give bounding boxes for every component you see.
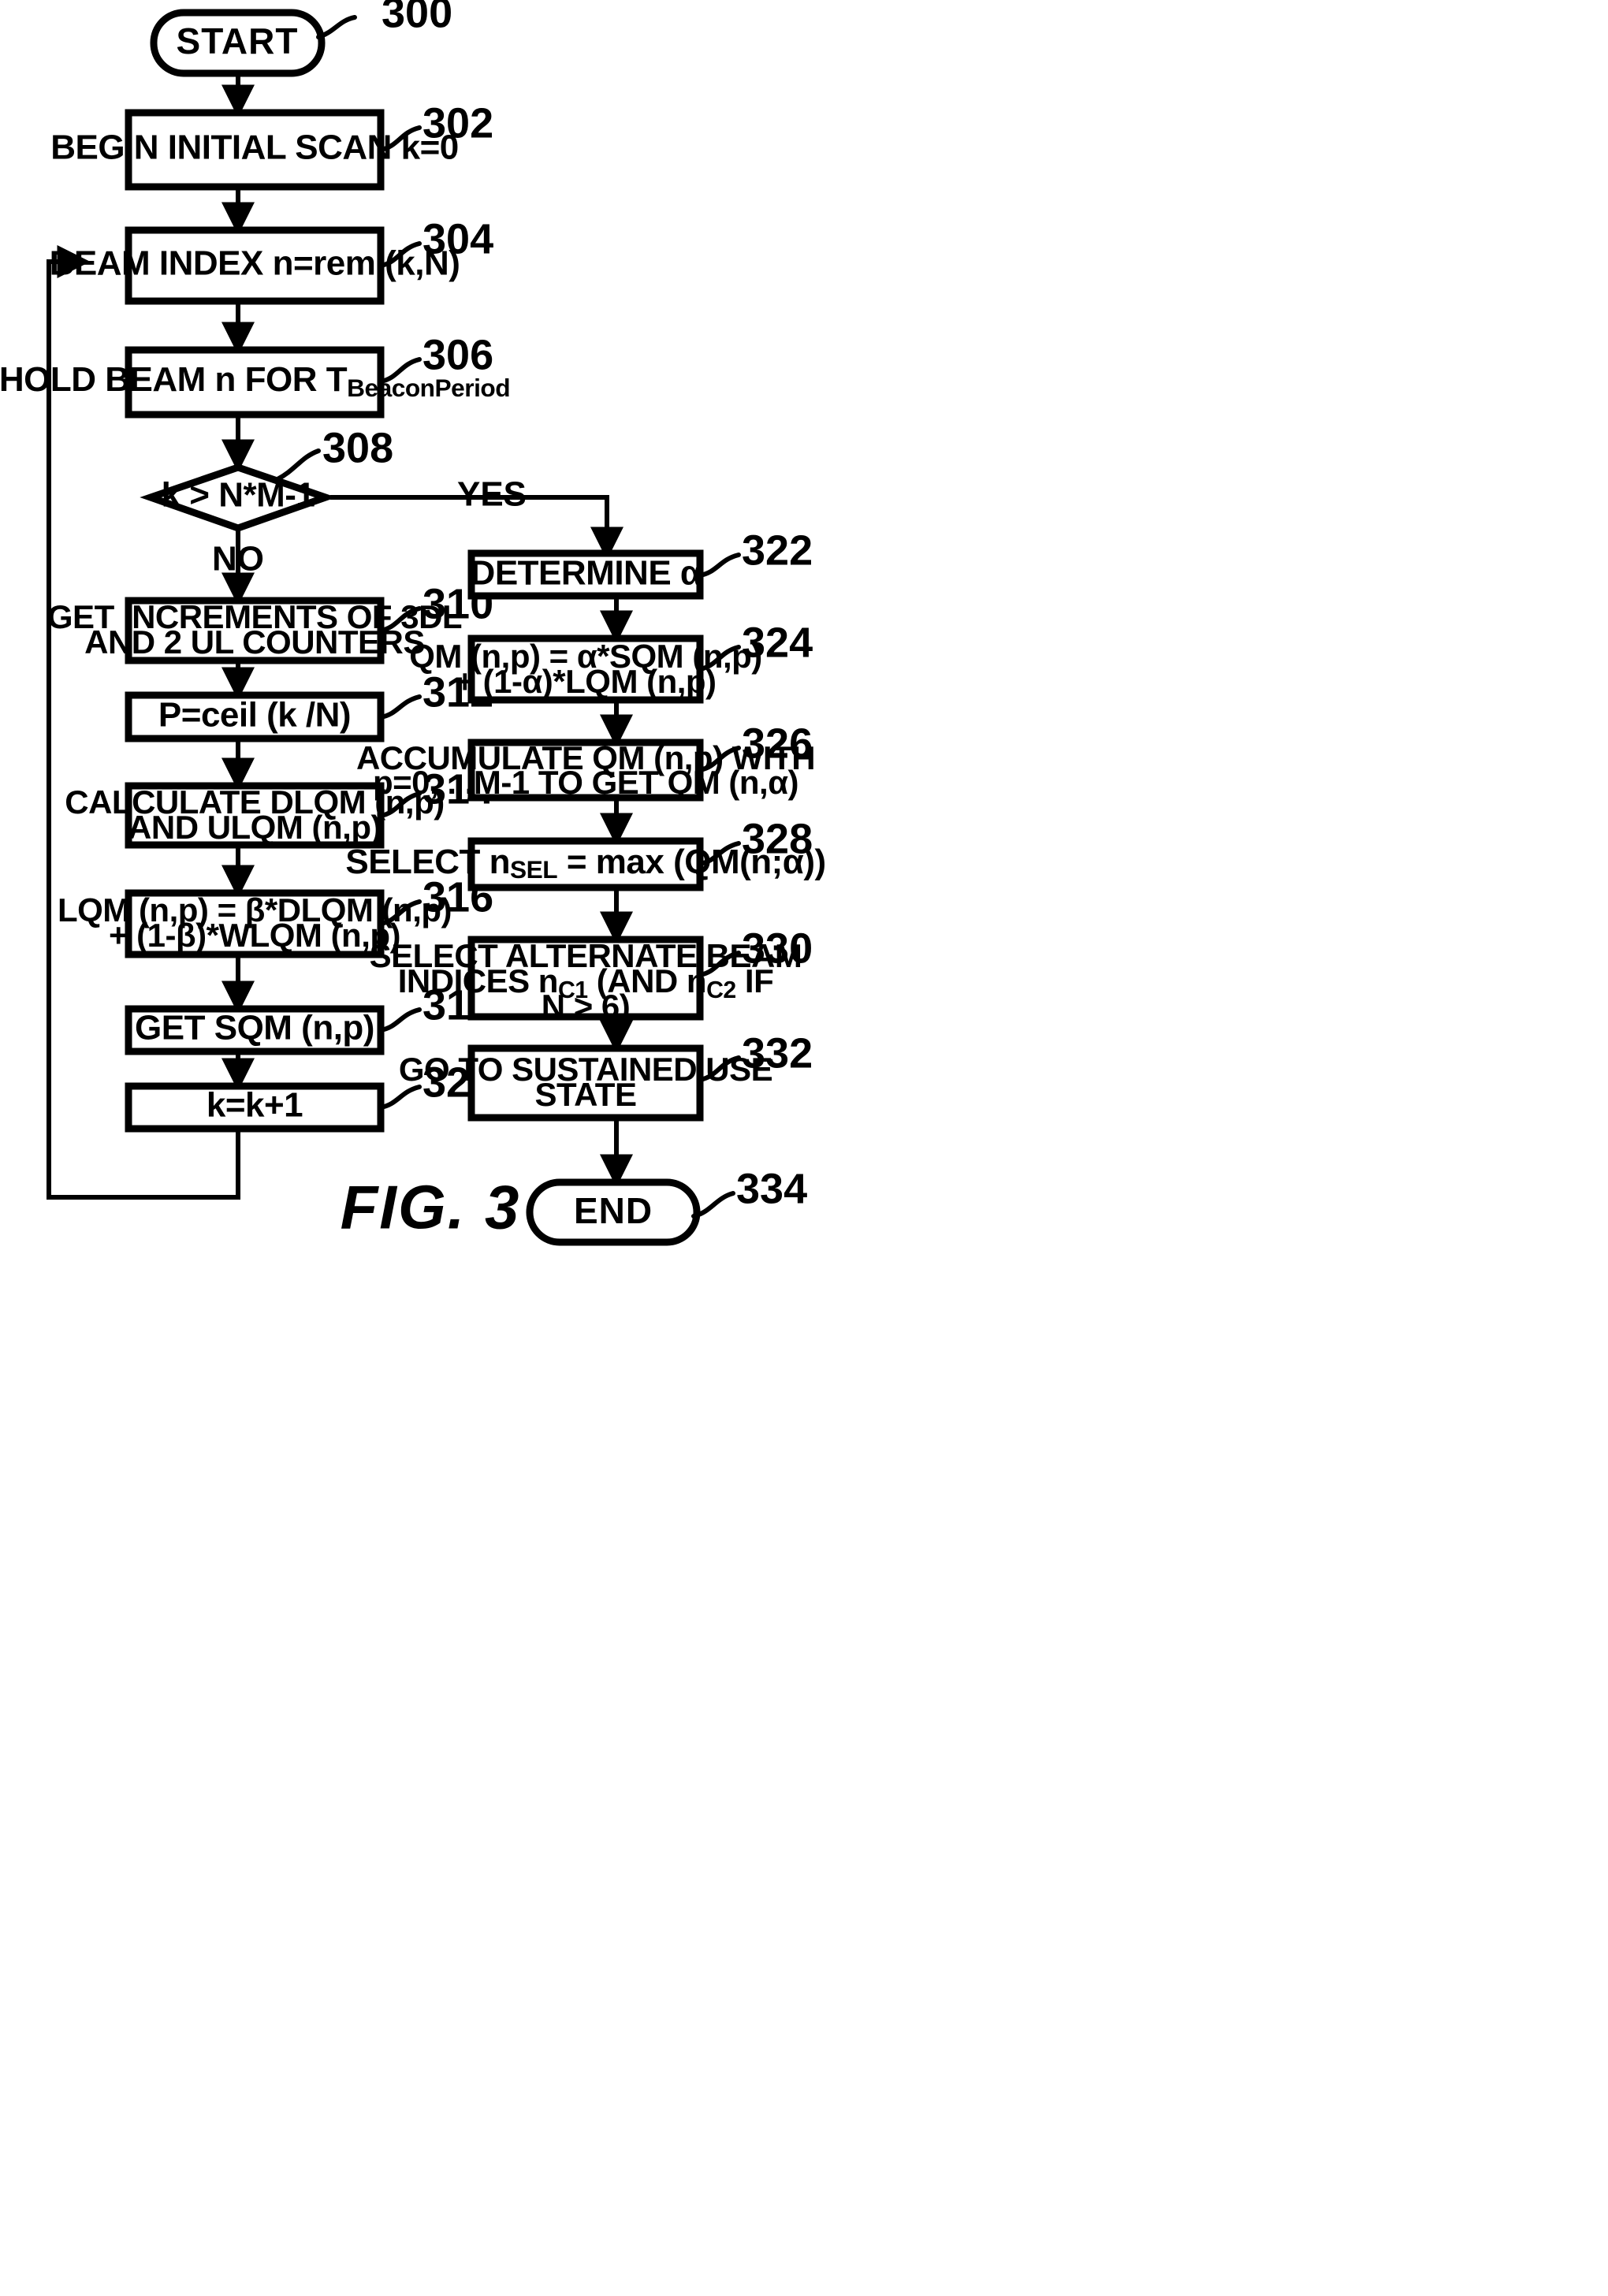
node-302: BEGIN INITIAL SCAN k=0 [50,109,459,191]
box-302-line-0: BEGIN INITIAL SCAN k=0 [50,128,459,167]
ref-number-302: 302 [422,99,493,147]
box-308-line-0: k > N*M-1 [162,476,315,515]
ref-number-304: 304 [422,215,493,262]
box-304-line-0: BEAM INDEX n=rem (k,N) [50,244,460,283]
connector-308-yes-to-322 [519,495,623,560]
box-312-line-0: P=ceil (k /N) [158,696,351,735]
node-310: GET INCREMENTS OF 3DL AND 2 UL COUNTERS [47,597,463,664]
ref-number-306: 306 [422,331,493,378]
box-328-subscript: SEL [510,855,557,884]
box-314-line-1: AND ULQM (n,p) [128,809,382,846]
figure-caption: FIG. 3 [341,1173,521,1242]
patent-figure-3: START 300 BEGIN INITIAL SCAN k=0 302 BEA… [0,0,1608,2296]
node-322: DETERMINE α [467,549,704,600]
ref-number-328: 328 [742,815,813,862]
leader-308 [275,448,321,482]
node-end: END [526,1178,701,1246]
box-328-main: SELECT n [345,843,510,881]
box-310-line-1: AND 2 UL COUNTERS [84,623,425,661]
box-330-line-2: N > 6) [542,988,631,1025]
node-312: P=ceil (k /N) [125,691,385,742]
node-start: START [150,9,326,77]
box-320-line-0: k=k+1 [207,1086,303,1125]
node-304: BEAM INDEX n=rem (k,N) [50,226,460,305]
ref-number-330: 330 [742,925,813,972]
leader-320 [378,1085,422,1110]
start-label: START [177,20,299,61]
leader-300 [316,15,357,39]
ref-number-332: 332 [742,1029,813,1077]
box-330-seg-a: INDICES n [398,962,558,999]
box-326-line-1: p=0, . ,M-1 TO GET QM (n,α) [373,764,798,801]
end-label: END [574,1190,653,1231]
ref-number-308: 308 [322,424,393,471]
node-320: k=k+1 [125,1082,385,1133]
leader-312 [378,694,422,720]
box-318-line-0: GET SQM (n,p) [135,1009,374,1048]
box-324-line-1: + (1-α)*LQM (n,p) [455,663,716,700]
box-316-line-1: + (1-β)*WLQM (n,p) [109,917,400,954]
node-308: k > N*M-1 [140,463,337,532]
ref-number-326: 326 [742,720,813,767]
ref-number-324: 324 [742,619,813,666]
ref-number-300: 300 [382,0,452,36]
box-330-sub-c2: C2 [706,977,736,1003]
branch-label-yes: YES [457,475,527,514]
node-318: GET SQM (n,p) [125,1005,385,1055]
branch-label-no: NO [212,540,264,579]
ref-number-334: 334 [736,1165,807,1212]
ref-number-322: 322 [742,527,813,574]
leader-318 [378,1007,422,1033]
flowchart-canvas: START 300 BEGIN INITIAL SCAN k=0 302 BEA… [0,0,826,1246]
node-324: QM (n,p) = α*SQM (n,p) + (1-α)*LQM (n,p) [409,634,762,704]
box-332-line-1: STATE [535,1076,637,1113]
box-322-line-0: DETERMINE α [471,554,702,593]
leader-322 [698,553,741,578]
node-332: GO TO SUSTAINED USE STATE [399,1044,773,1122]
box-306-main: HOLD BEAM n FOR T [0,360,348,399]
